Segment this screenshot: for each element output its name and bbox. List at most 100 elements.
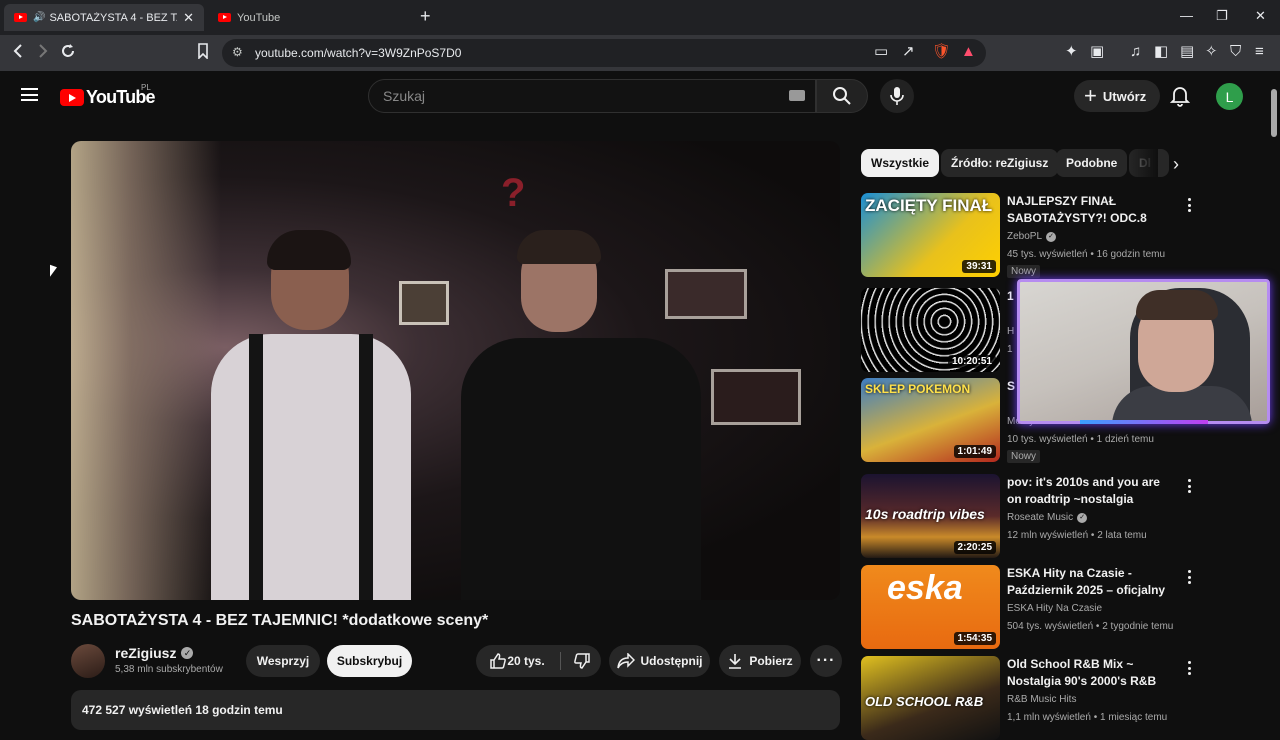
site-info-icon[interactable]: ⚙ xyxy=(232,45,243,59)
recommendation-meta: 1 xyxy=(1007,344,1013,355)
bookmark-icon[interactable] xyxy=(197,43,209,64)
download-button[interactable]: Pobierz xyxy=(719,645,801,677)
recommendation-meta: 12 mln wyświetleń • 2 lata temu xyxy=(1007,530,1147,541)
vpn-icon[interactable]: ⛉ xyxy=(1230,43,1241,61)
recommendation-title[interactable]: ESKA Hity na Czasie - Październik 2025 –… xyxy=(1007,565,1177,599)
sidebar-icon[interactable]: ◧ xyxy=(1154,43,1168,61)
video-thumbnail[interactable]: 10:20:51 xyxy=(861,288,1000,372)
video-player[interactable]: ? ? xyxy=(71,141,840,600)
tab-search-icon[interactable]: ▣ xyxy=(1090,43,1104,61)
chip-all[interactable]: Wszystkie xyxy=(861,149,940,177)
thumbnail-text: SKLEP POKEMON xyxy=(865,382,971,396)
brave-shield-icon[interactable]: 🛡 xyxy=(932,43,951,61)
video-thumbnail[interactable]: eska 1:54:35 xyxy=(861,565,1000,649)
wallet-icon[interactable]: ▤ xyxy=(1180,43,1194,61)
forward-icon[interactable] xyxy=(37,43,49,64)
recommendation-channel: H xyxy=(1007,326,1015,337)
recommendation-title[interactable]: NAJLEPSZY FINAŁ SABOTAŻYSTY?! ODC.8 xyxy=(1007,193,1177,227)
recommendation-channel-row[interactable]: H xyxy=(1007,326,1014,337)
channel-name-row[interactable]: reZigiusz ✓ xyxy=(115,645,194,661)
minimize-icon[interactable]: — xyxy=(1180,8,1193,23)
share-label: Udostępnij xyxy=(640,654,703,668)
new-tab-button[interactable]: + xyxy=(420,6,431,27)
account-avatar[interactable]: L xyxy=(1216,83,1243,110)
recommendation-meta: 504 tys. wyświetleń • 2 tygodnie temu xyxy=(1007,621,1174,632)
recommendation-item[interactable]: ZACIĘTY FINAŁ 39:31 NAJLEPSZY FINAŁ SABO… xyxy=(861,193,1201,278)
recommendation-channel: ZeboPL xyxy=(1007,231,1043,242)
recommendation-meta: 10 tys. wyświetleń • 1 dzień temu xyxy=(1007,434,1154,445)
video-frame-person xyxy=(451,230,731,600)
recommendation-item[interactable]: 10s roadtrip vibes 2:20:25 pov: it's 201… xyxy=(861,474,1201,558)
dislike-button[interactable] xyxy=(562,645,601,677)
subscribe-button[interactable]: Subskrybuj xyxy=(327,645,412,677)
recommendation-channel-row[interactable]: ZeboPL ✓ xyxy=(1007,231,1057,242)
maximize-icon[interactable]: ❐ xyxy=(1216,8,1228,24)
notifications-bell-icon[interactable] xyxy=(1169,85,1191,112)
like-divider xyxy=(560,652,561,670)
search-button[interactable] xyxy=(816,79,868,113)
extensions-icon[interactable]: ✦ xyxy=(1065,43,1078,61)
url-text: youtube.com/watch?v=3W9ZnPoS7D0 xyxy=(255,46,462,60)
thumbnail-text: 10s roadtrip vibes xyxy=(865,506,985,522)
chevron-right-icon[interactable]: › xyxy=(1162,150,1190,178)
recommendation-item[interactable]: OLD SCHOOL R&B Old School R&B Mix ~ Nost… xyxy=(861,656,1201,740)
kebab-menu-icon[interactable] xyxy=(1183,476,1195,496)
close-window-icon[interactable]: ✕ xyxy=(1255,8,1266,24)
search-input[interactable] xyxy=(369,80,769,112)
kebab-menu-icon[interactable] xyxy=(1183,658,1195,678)
webcam-overlay xyxy=(1017,279,1270,424)
reload-icon[interactable] xyxy=(60,43,76,64)
cast-icon[interactable]: ▭ xyxy=(874,43,888,61)
channel-avatar[interactable] xyxy=(71,644,105,678)
support-button[interactable]: Wesprzyj xyxy=(246,645,320,677)
guide-menu-icon[interactable] xyxy=(21,88,38,101)
leo-ai-icon[interactable]: ✧ xyxy=(1205,43,1218,61)
menu-icon[interactable]: ≡ xyxy=(1255,43,1264,61)
thumbs-up-icon xyxy=(490,653,507,669)
plus-icon: + xyxy=(1084,83,1097,108)
video-duration: 1:54:35 xyxy=(953,632,996,645)
recommendation-title[interactable]: Old School R&B Mix ~ Nostalgia 90's 2000… xyxy=(1007,656,1177,690)
scrollbar-thumb[interactable] xyxy=(1271,89,1277,137)
back-icon[interactable] xyxy=(12,43,24,64)
share-page-icon[interactable]: ↗ xyxy=(902,43,915,61)
speaker-icon[interactable]: 🔊 xyxy=(33,12,45,23)
more-actions-icon[interactable]: ··· xyxy=(810,645,842,677)
youtube-masthead: YouTube PL + Utwórz L xyxy=(0,71,1268,121)
keyboard-icon[interactable] xyxy=(789,90,805,101)
video-thumbnail[interactable]: ZACIĘTY FINAŁ 39:31 xyxy=(861,193,1000,277)
brave-rewards-icon[interactable]: ▲ xyxy=(961,43,976,61)
kebab-menu-icon[interactable] xyxy=(1183,567,1195,587)
verified-icon: ✓ xyxy=(181,647,194,659)
recommendation-title[interactable]: pov: it's 2010s and you are on roadtrip … xyxy=(1007,474,1177,508)
recommendation-item[interactable]: eska 1:54:35 ESKA Hity na Czasie - Paźdz… xyxy=(861,565,1201,649)
create-label: Utwórz xyxy=(1102,88,1147,104)
recommendation-channel-row[interactable]: R&B Music Hits xyxy=(1007,694,1076,705)
music-icon[interactable]: ♫ xyxy=(1130,43,1141,61)
kebab-menu-icon[interactable] xyxy=(1183,195,1195,215)
thumbnail-text: OLD SCHOOL R&B xyxy=(865,694,984,709)
recommendation-channel-row[interactable]: ESKA Hity Na Czasie xyxy=(1007,603,1102,614)
video-duration: 2:20:25 xyxy=(953,541,996,554)
video-thumbnail[interactable]: OLD SCHOOL R&B xyxy=(861,656,1000,740)
voice-search-button[interactable] xyxy=(880,79,914,113)
close-tab-icon[interactable]: ✕ xyxy=(183,10,194,26)
create-button[interactable]: + Utwórz xyxy=(1074,80,1161,112)
video-duration: 10:20:51 xyxy=(947,355,996,368)
browser-tab-active[interactable]: 🔊 SABOTAŻYSTA 4 - BEZ TAJEM ✕ xyxy=(4,4,204,31)
description-box[interactable]: 472 527 wyświetleń 18 godzin temu xyxy=(71,690,840,730)
new-badge: Nowy xyxy=(1007,450,1041,463)
browser-tab-youtube[interactable]: YouTube xyxy=(208,4,408,31)
share-button[interactable]: Udostępnij xyxy=(609,645,710,677)
recommendation-channel: Roseate Music xyxy=(1007,512,1074,523)
video-thumbnail[interactable]: SKLEP POKEMON 1:01:49 xyxy=(861,378,1000,462)
address-bar[interactable]: ⚙ youtube.com/watch?v=3W9ZnPoS7D0 xyxy=(222,39,986,67)
like-button[interactable]: 20 tys. xyxy=(476,645,558,677)
chip-related[interactable]: Podobne xyxy=(1056,149,1128,177)
share-icon xyxy=(616,653,635,669)
recommendation-channel-row[interactable]: Roseate Music ✓ xyxy=(1007,512,1088,523)
video-thumbnail[interactable]: 10s roadtrip vibes 2:20:25 xyxy=(861,474,1000,558)
chip-from-channel[interactable]: Źródło: reZigiusz xyxy=(941,149,1059,177)
thumbnail-text: ZACIĘTY FINAŁ xyxy=(865,196,993,215)
webcam-glow-strip xyxy=(1080,420,1208,424)
